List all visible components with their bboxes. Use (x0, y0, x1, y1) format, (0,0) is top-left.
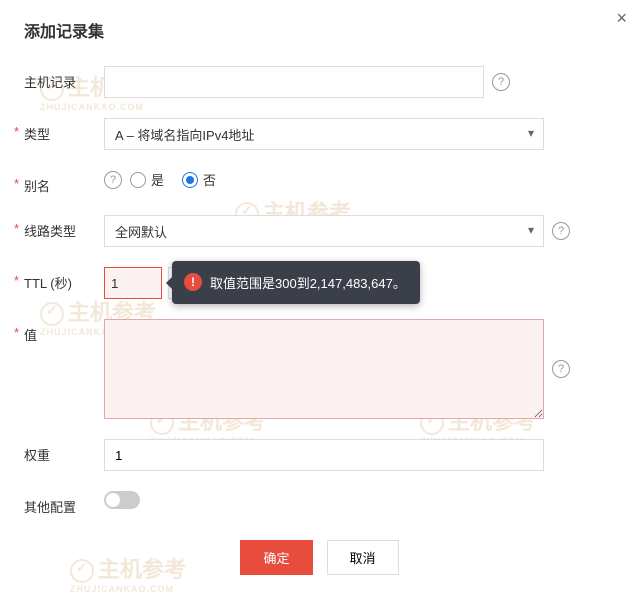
help-icon[interactable]: ? (104, 171, 122, 189)
alias-radio-no[interactable]: 否 (182, 170, 216, 189)
host-input[interactable] (104, 66, 484, 98)
label-value: 值 (24, 319, 104, 344)
radio-label: 否 (203, 170, 216, 189)
label-alias: 别名 (24, 170, 104, 195)
label-line: 线路类型 (24, 215, 104, 240)
tooltip-text: 取值范围是300到2,147,483,647。 (210, 276, 406, 291)
radio-icon (182, 172, 198, 188)
ttl-error-tooltip: ! 取值范围是300到2,147,483,647。 (172, 261, 420, 304)
label-ttl: TTL (秒) (24, 267, 104, 292)
type-select[interactable]: A – 将域名指向IPv4地址 (104, 118, 544, 150)
alias-radio-group: 是 否 (130, 170, 216, 189)
error-icon: ! (184, 273, 202, 291)
alias-radio-yes[interactable]: 是 (130, 170, 164, 189)
label-weight: 权重 (24, 439, 104, 464)
close-button[interactable]: × (616, 8, 627, 29)
label-other: 其他配置 (24, 491, 104, 516)
other-config-toggle[interactable] (104, 491, 140, 509)
cancel-button[interactable]: 取消 (327, 540, 399, 575)
help-icon[interactable]: ? (492, 73, 510, 91)
ttl-input[interactable] (104, 267, 162, 299)
line-select[interactable]: 全网默认 (104, 215, 544, 247)
radio-icon (130, 172, 146, 188)
ok-button[interactable]: 确定 (240, 540, 312, 575)
label-host: 主机记录 (24, 66, 104, 91)
help-icon[interactable]: ? (552, 222, 570, 240)
label-type: 类型 (24, 118, 104, 143)
value-textarea[interactable] (104, 319, 544, 419)
watermark-sub: ZHUJICANKAO.COM (70, 584, 186, 594)
weight-input[interactable] (104, 439, 544, 471)
radio-label: 是 (151, 170, 164, 189)
dialog-title: 添加记录集 (24, 18, 615, 42)
watermark-sub: ZHUJICANKAO.COM (40, 102, 156, 112)
help-icon[interactable]: ? (552, 360, 570, 378)
